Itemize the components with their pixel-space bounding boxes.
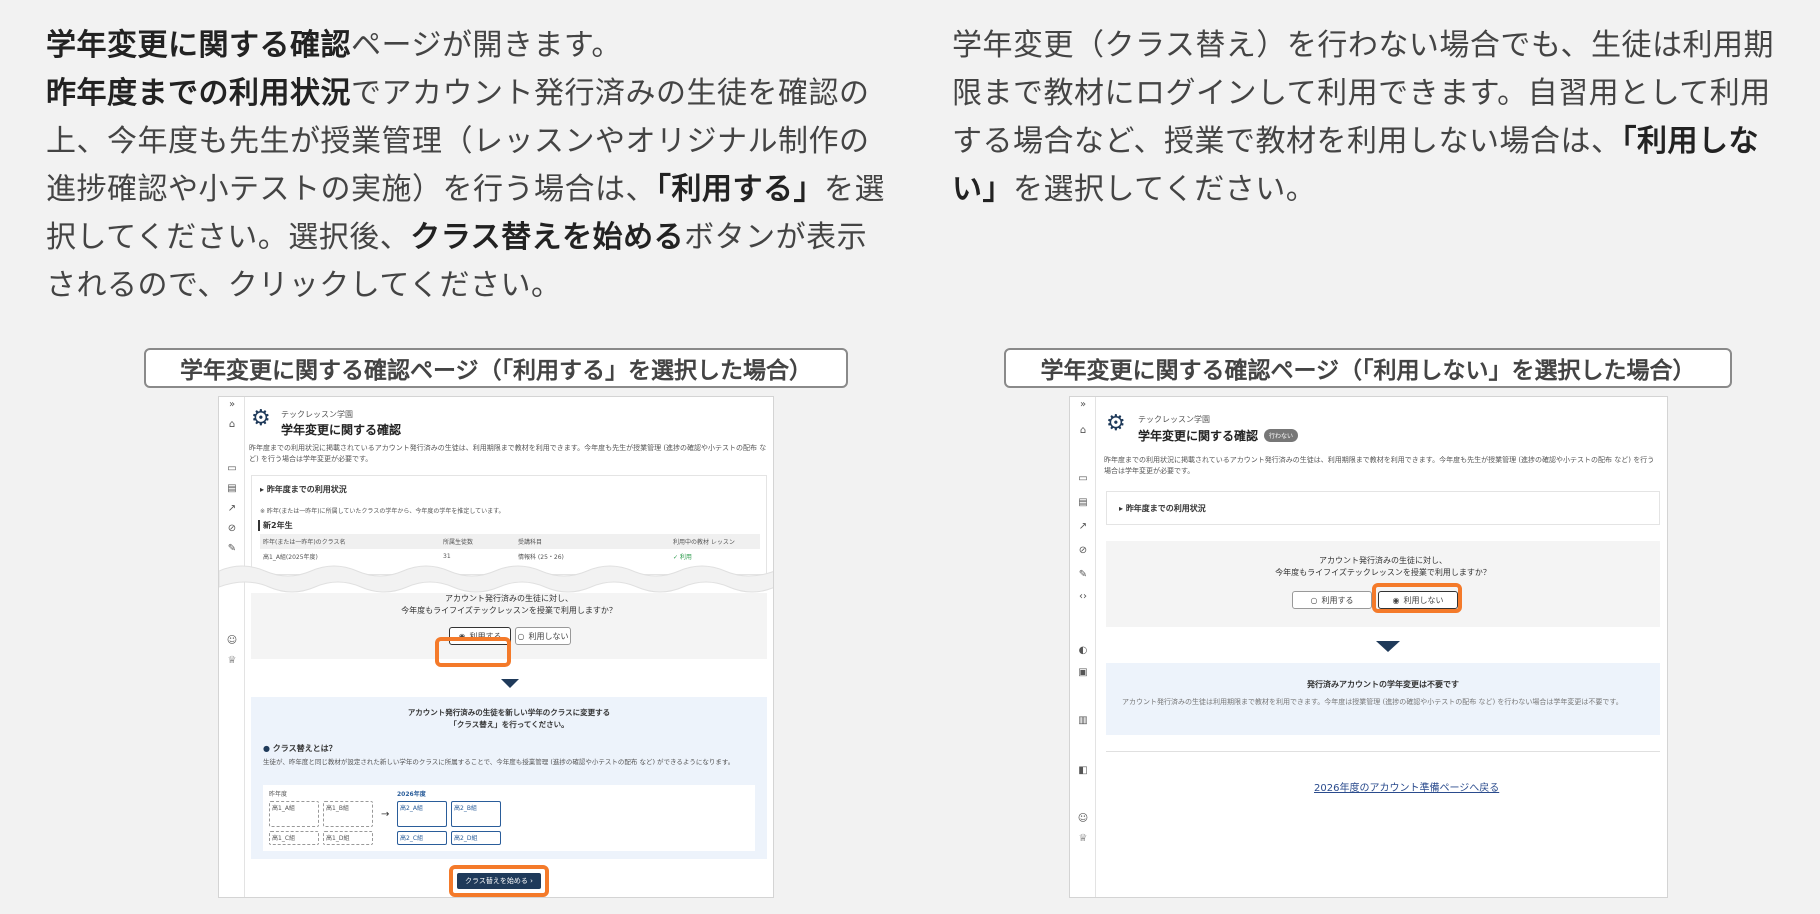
screenshot-use: » ⌂ ▭ ▤ ↗ ⊘ ✎ ☺ ♕ ⚙ テックレッスン学園 学年変更に関する確認… <box>218 396 774 898</box>
not-needed-panel: 発行済みアカウントの学年変更は不要です アカウント発行済みの生徒は利用期限まで教… <box>1106 663 1660 735</box>
not-needed-title: 発行済みアカウントの学年変更は不要です <box>1307 680 1459 689</box>
image-icon[interactable]: ▣ <box>1076 667 1090 678</box>
left-text-bold-4: クラス替えを始める <box>410 220 685 255</box>
question-text: アカウント発行済みの生徒に対し、 今年度もライフイズテックレッスンを授業で利用しま… <box>401 594 617 615</box>
what-is-heading: ● クラス替えとは？ <box>263 744 337 753</box>
trophy-icon[interactable]: ♕ <box>225 655 239 666</box>
prev-class: 高1_D組 <box>323 831 373 845</box>
arrow-down-icon <box>501 679 519 688</box>
chart-line-icon[interactable]: ↗ <box>1076 521 1090 532</box>
usage-heading[interactable]: ▸ 昨年度までの利用状況 <box>1119 503 1206 514</box>
gear-icon: ⚙ <box>251 406 271 431</box>
usage-note: ※ 昨年(または一昨年)に所属していたクラスの学年から、今年度の学年を推定してい… <box>260 508 505 515</box>
prev-class: 高1_C組 <box>269 831 319 845</box>
home-icon[interactable]: ⌂ <box>225 419 239 430</box>
book-icon[interactable]: ◧ <box>1076 765 1090 776</box>
left-text-bold-2: 昨年度までの利用状況 <box>46 76 351 111</box>
page-description: 昨年度までの利用状況に掲載されているアカウント発行済みの生徒は、利用期限まで教材… <box>1104 456 1655 475</box>
monitor-icon[interactable]: ▭ <box>1076 473 1090 484</box>
document-icon[interactable]: ▤ <box>1076 497 1090 508</box>
expand-icon[interactable]: » <box>225 399 239 410</box>
prev-class: 高1_A組 <box>269 801 319 827</box>
smile-icon[interactable]: ☺ <box>225 635 239 646</box>
expand-icon[interactable]: » <box>1076 399 1090 410</box>
chart-line-icon[interactable]: ↗ <box>225 503 239 514</box>
check-circle-icon[interactable]: ⊘ <box>225 523 239 534</box>
divider <box>1106 751 1660 752</box>
next-class: 高2_D組 <box>451 831 501 845</box>
sidebar: » ⌂ ▭ ▤ ↗ ⊘ ✎ ☺ ♕ <box>219 397 245 897</box>
right-explanation: 学年変更（クラス替え）を行わない場合でも、生徒は利用期限まで教材にログインして利… <box>952 22 1782 214</box>
left-text-bold-1: 学年変更に関する確認 <box>46 28 351 63</box>
help-icon: ● <box>263 744 270 753</box>
table-header: 所属生徒数 <box>443 539 474 546</box>
arrow-down-icon <box>1376 641 1400 652</box>
back-link[interactable]: 2026年度のアカウント準備ページへ戻る <box>1314 779 1499 794</box>
highlight-not-use <box>1372 583 1462 613</box>
palette-icon[interactable]: ◐ <box>1076 645 1090 656</box>
highlight-use <box>435 637 511 667</box>
trophy-icon[interactable]: ♕ <box>1076 833 1090 844</box>
left-text-bold-3: 「利用する」 <box>656 172 824 207</box>
caption-use: 学年変更に関する確認ページ（「利用する」を選択した場合） <box>144 348 848 388</box>
status-badge: 行わない <box>1264 429 1299 442</box>
page-content: ⚙ テックレッスン学園 学年変更に関する確認 昨年度までの利用状況に掲載されてい… <box>219 397 773 897</box>
right-text-2: を選択してください。 <box>1013 172 1317 207</box>
check-circle-icon[interactable]: ⊘ <box>1076 545 1090 556</box>
prev-class: 高1_B組 <box>323 801 373 827</box>
school-name: テックレッスン学園 <box>1138 415 1210 424</box>
monitor-icon[interactable]: ▭ <box>225 463 239 474</box>
table-header: 受講科目 <box>518 539 543 546</box>
pencil-icon[interactable]: ✎ <box>225 543 239 554</box>
code-icon[interactable]: ‹› <box>1076 591 1090 602</box>
left-explanation: 学年変更に関する確認ページが開きます。 昨年度までの利用状況でアカウント発行済み… <box>46 22 886 310</box>
radio-empty-icon: ○ <box>1310 595 1318 605</box>
what-is-description: 生徒が、昨年度と同じ教材が設定された新しい学年のクラスに所属することで、今年度も… <box>263 758 735 766</box>
page-title: 学年変更に関する確認 <box>1138 429 1259 443</box>
prev-year-label: 昨年度 <box>269 791 288 798</box>
usage-panel[interactable]: ▸ 昨年度までの利用状況 <box>1106 491 1660 525</box>
radio-use[interactable]: ○ 利用する <box>1292 591 1372 609</box>
screenshot-not-use: » ⌂ ▭ ▤ ↗ ⊘ ✎ ‹› ◐ ▣ ▥ ◧ ☺ ♕ ⚙ テックレッスン学園… <box>1069 396 1668 898</box>
next-class: 高2_C組 <box>397 831 447 845</box>
table-header: 昨年(または一昨年)のクラス名 <box>263 539 346 546</box>
next-class: 高2_B組 <box>451 801 501 827</box>
caption-not-use: 学年変更に関する確認ページ（「利用しない」を選択した場合） <box>1004 348 1732 388</box>
not-needed-description: アカウント発行済みの生徒は利用期限まで教材を利用できます。今年度は授業管理 (進… <box>1122 698 1623 706</box>
table-header-row: 昨年(または一昨年)のクラス名 所属生徒数 受講科目 利用中の教材 レッスン <box>260 534 760 549</box>
document-icon[interactable]: ▤ <box>225 483 239 494</box>
next-class: 高2_A組 <box>397 801 447 827</box>
arrow-right-icon: → <box>381 809 390 820</box>
left-text-1: ページが開きます。 <box>351 28 622 63</box>
class-change-message: アカウント発行済みの生徒を新しい学年のクラスに変更する 「クラス替え」を行ってくだ… <box>407 708 611 729</box>
radio-empty-icon: ○ <box>517 631 525 641</box>
bar-chart-icon[interactable]: ▥ <box>1076 715 1090 726</box>
highlight-start-button <box>449 865 549 897</box>
page-content: ⚙ テックレッスン学園 学年変更に関する確認 行わない 昨年度までの利用状況に掲… <box>1096 397 1667 897</box>
school-name: テックレッスン学園 <box>281 410 353 419</box>
radio-not-use[interactable]: ○ 利用しない <box>515 627 571 645</box>
pencil-icon[interactable]: ✎ <box>1076 569 1090 580</box>
sidebar: » ⌂ ▭ ▤ ↗ ⊘ ✎ ‹› ◐ ▣ ▥ ◧ ☺ ♕ <box>1070 397 1096 897</box>
next-year-label: 2026年度 <box>397 791 426 798</box>
usage-heading[interactable]: ▸ 昨年度までの利用状況 <box>260 484 347 495</box>
home-icon[interactable]: ⌂ <box>1076 425 1090 436</box>
gear-icon: ⚙ <box>1106 411 1126 436</box>
table-header: 利用中の教材 レッスン <box>673 539 735 546</box>
class-diagram: 昨年度 2026年度 高1_A組 高1_B組 → 高2_A組 高2_B組 高1_… <box>263 785 755 851</box>
page-title: 学年変更に関する確認 <box>281 423 402 437</box>
smile-icon[interactable]: ☺ <box>1076 813 1090 824</box>
class-change-panel: アカウント発行済みの生徒を新しい学年のクラスに変更する 「クラス替え」を行ってくだ… <box>251 697 767 859</box>
page-description: 昨年度までの利用状況に掲載されているアカウント発行済みの生徒は、利用期限まで教材… <box>249 444 767 463</box>
question-text: アカウント発行済みの生徒に対し、 今年度もライフイズテックレッスンを授業で利用しま… <box>1275 556 1491 577</box>
grade-label: 新2年生 <box>258 520 293 531</box>
